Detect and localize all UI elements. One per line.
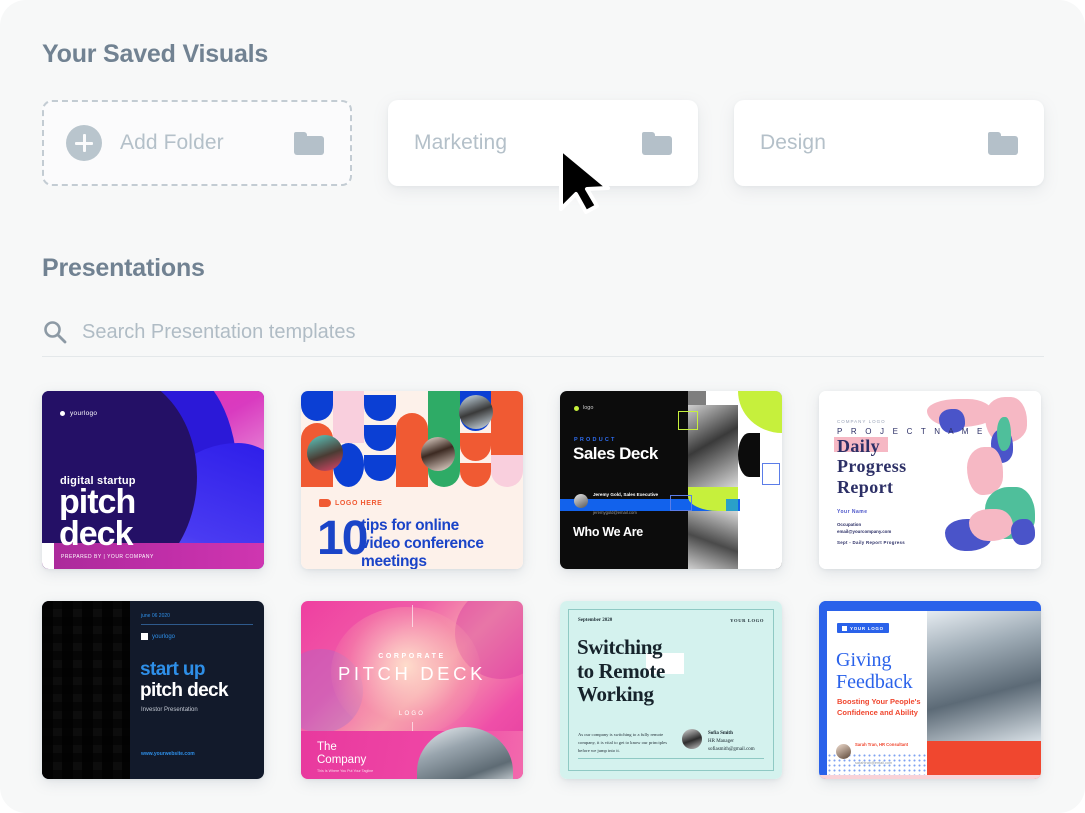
template-date: September 2020 [578,618,613,623]
template-company: The Company [317,741,367,767]
avatar [682,729,702,749]
template-author: Sarah Tran, HR Consultant sarahtran@emai… [836,733,908,769]
avatar [836,743,851,759]
template-your-name: Your Name [837,509,868,515]
author-email: jeremygold@email.com [593,510,637,515]
add-folder-card[interactable]: Add Folder [42,100,352,186]
template-title: PITCH DECK [337,663,487,684]
people-photo [927,611,1041,741]
avatar [574,494,588,508]
author-email: sarahtran@email.com [855,761,893,765]
decorative-brush [967,447,1003,495]
template-subtitle: Investor Presentation [141,707,198,713]
template-logo: yourlogo [60,410,97,417]
template-logo: yourlogo [141,633,175,640]
decorative-brush [1011,519,1035,545]
template-card-digital-startup-pitch-deck[interactable]: yourlogo digital startup pitch deck PREP… [42,391,264,569]
saved-visuals-heading: Your Saved Visuals [42,40,269,68]
author-name: Jeremy Gold, Sales Executive [593,492,659,497]
add-folder-label: Add Folder [120,131,224,154]
template-logo-label: yourlogo [152,633,176,640]
template-logo-label: YOUR LOGO [730,618,764,623]
template-logo: LOGO HERE [319,499,382,507]
folder-card-design[interactable]: Design [734,100,1044,186]
template-company-logo: COMPANY LOGO [837,419,886,424]
folder-row: Add Folder Marketing Design [42,100,1044,186]
author-email: sofiasmith@gmail.com [708,747,755,752]
template-contact: Occupation email@yourcompany.com [837,522,892,535]
template-footer: PREPARED BY | YOUR COMPANY [61,554,154,560]
avatar [459,395,493,429]
folder-label: Marketing [414,131,508,154]
folder-icon [642,131,672,155]
search-divider [42,356,1044,357]
people-photo [417,727,513,779]
template-date: june 06 2020 [141,613,170,619]
template-title-line2: pitch deck [140,680,229,701]
folder-icon [294,131,324,155]
template-footer: Who We Are [573,525,643,539]
template-author: Jeremy Gold, Sales Executive jeremygold@… [574,483,658,519]
folder-label: Design [760,131,826,154]
template-logo-label: LOGO [398,711,426,717]
template-number: 10 [317,512,368,565]
template-kicker: PRODUCT [574,437,617,443]
template-card-sales-deck[interactable]: logo PRODUCT Sales Deck Jeremy Gold, Sal… [560,391,782,569]
template-card-giving-feedback[interactable]: YOUR LOGO Giving Feedback Boosting Your … [819,601,1041,779]
template-website: www.yourwebsite.com [141,751,195,757]
template-card-ten-tips-video-conference[interactable]: LOGO HERE 10 tips for online video confe… [301,391,523,569]
author-name: Sarah Tran, HR Consultant [855,742,909,747]
template-title: Sales Deck [573,444,658,463]
search-icon [44,321,67,344]
template-card-switching-to-remote-working[interactable]: September 2020 YOUR LOGO Switching to Re… [560,601,782,779]
template-band: The Company This Is Where You Put Your T… [301,727,523,779]
template-tag: Sept - Daily Report Progress [837,540,905,545]
template-kicker: CORPORATE [378,653,446,660]
template-title: pitch deck [59,483,136,553]
template-logo-label: LOGO HERE [335,499,383,507]
author-role: HR Manager [708,739,734,744]
template-title: tips for online video conference meeting… [361,517,484,569]
template-title: Daily Progress Report [837,436,907,497]
template-card-daily-progress-report[interactable]: COMPANY LOGO P R O J E C T N A M E Daily… [819,391,1041,569]
folder-icon [988,131,1018,155]
app-page: Your Saved Visuals Add Folder Marketing … [0,0,1085,813]
avatar [307,435,343,471]
template-logo: YOUR LOGO [837,623,889,633]
template-grid: yourlogo digital startup pitch deck PREP… [42,391,1044,779]
template-body: As our company is switching to a fully r… [578,732,668,754]
avatar [421,437,455,471]
template-subtitle: Boosting Your People's Confidence and Ab… [837,697,921,717]
search-input[interactable] [82,320,682,344]
presentations-heading: Presentations [42,254,205,282]
template-title-line1: start up [140,659,205,680]
decorative-brush [997,417,1011,451]
plus-icon [66,125,102,161]
template-title: Giving Feedback [836,649,913,693]
template-project: P R O J E C T N A M E [837,427,986,436]
decorative-brush [969,509,1013,541]
folder-card-marketing[interactable]: Marketing [388,100,698,186]
template-title: Switching to Remote Working [577,635,665,707]
template-logo-label: yourlogo [70,410,98,417]
template-card-corporate-pitch-deck[interactable]: CORPORATE PITCH DECK LOGO The Company Th… [301,601,523,779]
template-logo-label: logo [583,405,594,411]
template-card-start-up-pitch-deck[interactable]: june 06 2020 yourlogo start up pitch dec… [42,601,264,779]
building-photo [42,601,130,779]
template-logo: logo [574,405,593,411]
template-tagline: This Is Where You Put Your Tagline [317,769,374,773]
search-bar[interactable] [42,310,1044,354]
author-name: Sofia Smith [708,731,733,736]
template-logo-label: YOUR LOGO [850,625,884,631]
